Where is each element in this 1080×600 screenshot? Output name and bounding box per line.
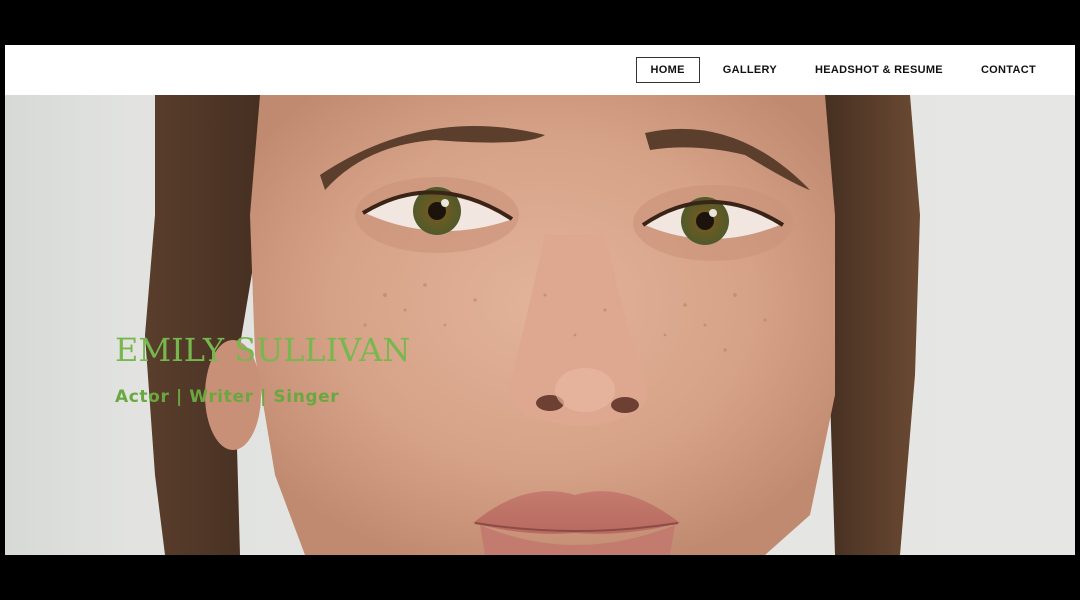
top-navbar: HOME GALLERY HEADSHOT & RESUME CONTACT <box>5 45 1075 95</box>
hero-section: EMILY SULLIVAN Actor | Writer | Singer <box>5 95 1075 555</box>
nav-headshot-resume-link[interactable]: HEADSHOT & RESUME <box>800 57 958 83</box>
hero-subtitle: Actor | Writer | Singer <box>115 387 340 407</box>
hero-title: EMILY SULLIVAN <box>115 331 411 369</box>
nav-gallery-link[interactable]: GALLERY <box>708 57 792 83</box>
nav-contact-link[interactable]: CONTACT <box>966 57 1051 83</box>
nav-home-link[interactable]: HOME <box>635 57 700 83</box>
hero-portrait-image <box>145 95 920 555</box>
page-frame: HOME GALLERY HEADSHOT & RESUME CONTACT E… <box>5 45 1075 555</box>
